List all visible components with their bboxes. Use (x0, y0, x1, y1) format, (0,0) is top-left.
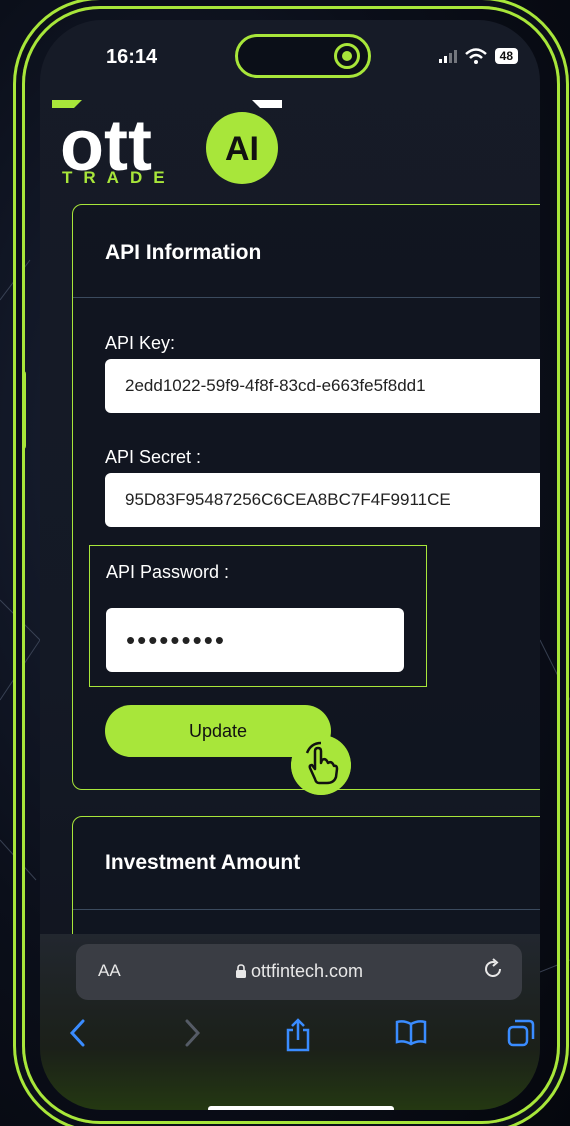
forward-icon[interactable] (182, 1018, 202, 1048)
address-bar[interactable]: AA ottfintech.com (76, 944, 522, 1000)
page-content: API Information ... API Key: 2edd1022-59… (72, 204, 540, 1018)
api-secret-input[interactable]: 95D83F95487256C6CEA8BC7F4F9911CE (105, 473, 540, 527)
back-icon[interactable] (68, 1018, 88, 1048)
api-password-label: API Password : (106, 562, 230, 582)
status-icons: 48 (438, 48, 518, 64)
card-header: Investment Amount ... (73, 817, 540, 910)
api-key-input[interactable]: 2edd1022-59f9-4f8f-83cd-e663fe5f8dd1 (105, 359, 540, 413)
card-title: Investment Amount (105, 851, 301, 874)
battery-icon: 48 (494, 48, 518, 64)
wifi-icon (464, 48, 487, 64)
dynamic-island (235, 34, 371, 78)
api-information-card: API Information ... API Key: 2edd1022-59… (72, 204, 540, 795)
camera-icon (334, 43, 360, 69)
api-password-input[interactable]: ••••••••• (106, 608, 404, 672)
logo-subtitle: TRADE (62, 168, 176, 187)
signal-icon (438, 49, 457, 63)
api-secret-label: API Secret : (105, 447, 202, 467)
card-title: API Information (105, 241, 262, 264)
url-display[interactable]: ottfintech.com (76, 961, 522, 982)
status-time: 16:14 (106, 46, 158, 68)
api-key-label: API Key: (105, 333, 176, 353)
card-header: API Information ... (73, 205, 540, 298)
reload-icon[interactable] (482, 958, 504, 980)
share-icon[interactable] (284, 1018, 312, 1052)
bookmarks-icon[interactable] (394, 1018, 428, 1046)
svg-text:AI: AI (225, 130, 259, 168)
tap-hand-icon (291, 735, 351, 795)
lock-icon (235, 964, 246, 978)
browser-toolbar: AA ottfintech.com (40, 934, 540, 1110)
status-bar: 16:14 48 (40, 20, 540, 90)
phone-screen: 16:14 48 ott AI TRADE API Information AP… (40, 20, 540, 1110)
api-password-highlight: API Password : ••••••••• (89, 545, 427, 687)
home-indicator[interactable] (208, 1106, 394, 1110)
tabs-icon[interactable] (506, 1018, 536, 1048)
